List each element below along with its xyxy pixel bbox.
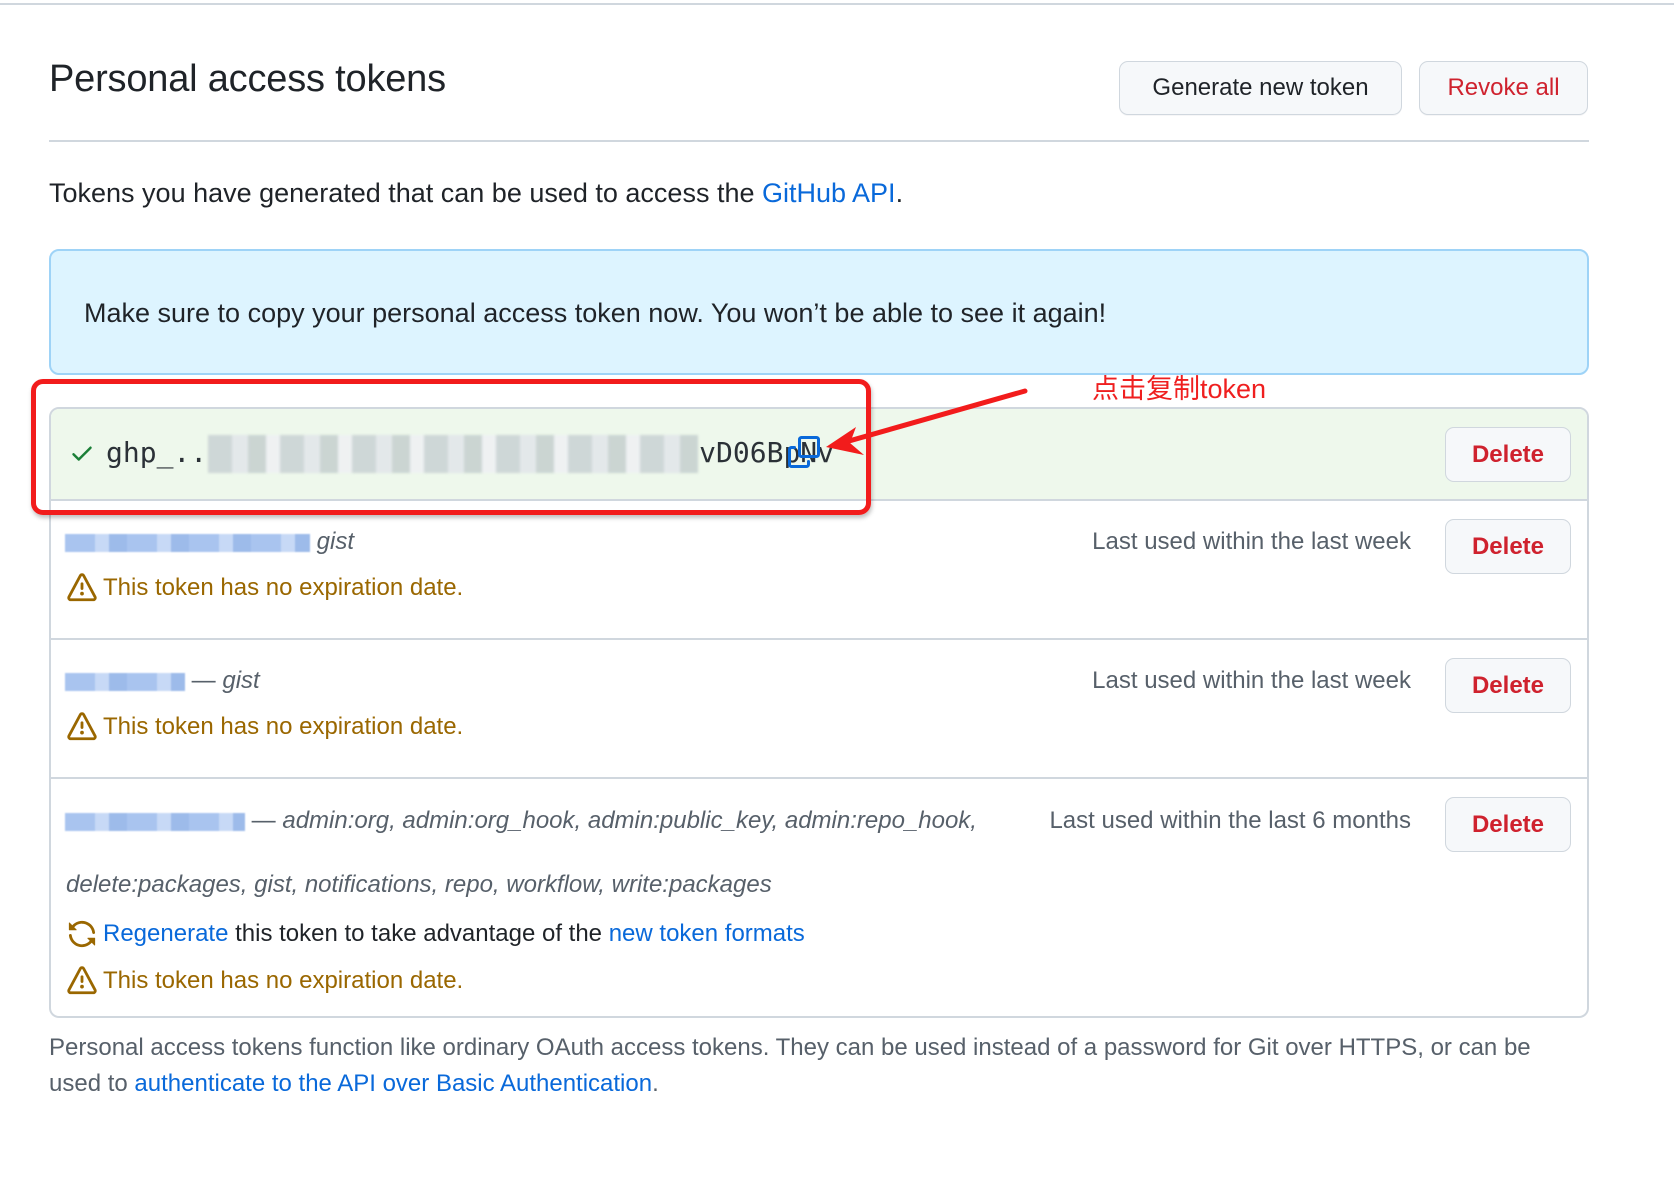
token-name-redacted: [65, 533, 310, 552]
delete-token-button[interactable]: Delete: [1445, 797, 1571, 852]
new-token-formats-link[interactable]: new token formats: [609, 920, 805, 948]
alert-icon: [67, 573, 97, 602]
expiration-warning: This token has no expiration date.: [67, 573, 463, 603]
token-row: — admin:org, admin:org_hook, admin:publi…: [51, 779, 1587, 1016]
regenerate-link[interactable]: Regenerate: [103, 920, 228, 948]
alert-icon: [67, 712, 97, 741]
alert-icon: [67, 966, 97, 995]
footer-note: Personal access tokens function like ord…: [49, 1034, 1531, 1097]
basic-auth-link[interactable]: authenticate to the API over Basic Authe…: [134, 1070, 652, 1097]
token-note-line: gist: [65, 528, 354, 556]
annotation-highlight-box: [31, 379, 871, 515]
expiration-warning: This token has no expiration date.: [67, 966, 463, 996]
token-scopes: delete:packages, gist, notifications, re…: [66, 871, 772, 898]
generate-new-token-button[interactable]: Generate new token: [1119, 61, 1402, 115]
token-row: gist Last used within the last week This…: [51, 501, 1587, 640]
annotation-arrow-icon: [826, 388, 1028, 455]
revoke-all-button[interactable]: Revoke all: [1419, 61, 1588, 115]
github-api-link[interactable]: GitHub API: [762, 178, 896, 208]
page-title: Personal access tokens: [49, 58, 446, 100]
header-divider: [49, 140, 1589, 142]
sync-icon: [68, 920, 96, 948]
delete-token-button[interactable]: Delete: [1445, 519, 1571, 574]
token-note-line: — admin:org, admin:org_hook, admin:publi…: [65, 807, 977, 835]
intro-text: Tokens you have generated that can be us…: [49, 178, 904, 208]
copy-token-flash: Make sure to copy your personal access t…: [49, 249, 1589, 375]
token-name-redacted: [65, 812, 245, 831]
flash-message: Make sure to copy your personal access t…: [84, 298, 1107, 328]
annotation-label: 点击复制token: [1092, 374, 1267, 404]
delete-token-button[interactable]: Delete: [1445, 658, 1571, 713]
last-used-text: Last used within the last week: [1092, 528, 1411, 555]
token-note-line: — gist: [65, 667, 260, 695]
last-used-text: Last used within the last week: [1092, 667, 1411, 694]
expiration-warning: This token has no expiration date.: [67, 712, 463, 742]
last-used-text: Last used within the last 6 months: [1049, 807, 1411, 834]
token-name-redacted: [65, 672, 185, 691]
regenerate-notice: Regenerate this token to take advantage …: [67, 919, 805, 949]
delete-new-token-button[interactable]: Delete: [1445, 427, 1571, 482]
token-row: — gist Last used within the last week Th…: [51, 640, 1587, 779]
top-divider: [0, 0, 1674, 5]
